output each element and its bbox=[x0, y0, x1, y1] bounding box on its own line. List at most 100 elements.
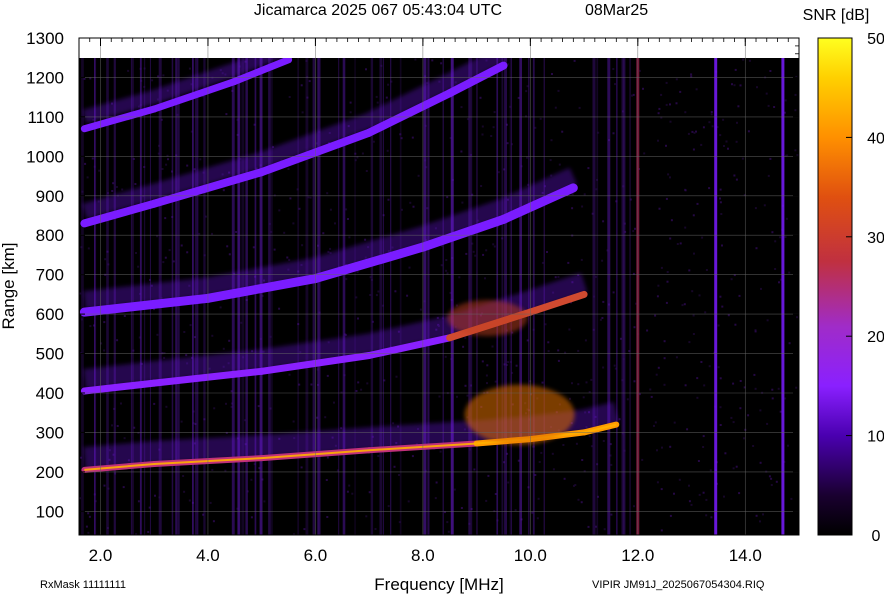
noise-speck bbox=[134, 183, 137, 185]
noise-speck bbox=[540, 451, 543, 454]
noise-speck bbox=[375, 294, 378, 297]
noise-speck bbox=[180, 420, 183, 423]
noise-speck bbox=[374, 528, 377, 530]
noise-speck bbox=[104, 258, 107, 261]
interference-streak bbox=[496, 58, 498, 535]
noise-speck bbox=[473, 468, 476, 471]
noise-speck bbox=[167, 158, 169, 161]
noise-speck bbox=[224, 469, 227, 472]
noise-speck bbox=[762, 513, 764, 516]
noise-speck bbox=[493, 245, 496, 248]
noise-speck bbox=[301, 244, 304, 247]
y-tick-label: 1200 bbox=[26, 68, 64, 87]
noise-speck bbox=[688, 269, 691, 272]
noise-speck bbox=[481, 360, 484, 363]
interference-streak bbox=[423, 58, 427, 535]
noise-speck bbox=[198, 232, 201, 235]
noise-speck bbox=[211, 334, 214, 337]
noise-speck bbox=[739, 84, 742, 87]
noise-speck bbox=[288, 258, 291, 261]
noise-speck bbox=[788, 271, 791, 274]
noise-speck bbox=[288, 373, 291, 376]
noise-speck bbox=[492, 243, 495, 246]
noise-speck bbox=[226, 245, 229, 248]
noise-speck bbox=[551, 452, 554, 455]
noise-speck bbox=[754, 330, 757, 333]
noise-speck bbox=[123, 437, 126, 440]
x-tick-label: 6.0 bbox=[304, 546, 328, 565]
noise-speck bbox=[602, 220, 605, 223]
noise-speck bbox=[537, 497, 540, 500]
noise-speck bbox=[486, 364, 489, 367]
noise-speck bbox=[91, 157, 94, 160]
noise-speck bbox=[688, 500, 691, 503]
noise-speck bbox=[345, 278, 348, 281]
noise-speck bbox=[755, 247, 758, 250]
noise-speck bbox=[687, 132, 690, 135]
noise-speck bbox=[225, 113, 228, 116]
noise-speck bbox=[663, 357, 666, 360]
x-tick-label: 4.0 bbox=[196, 546, 220, 565]
noise-speck bbox=[348, 236, 351, 239]
noise-speck bbox=[679, 90, 682, 93]
noise-speck bbox=[411, 455, 414, 458]
y-tick-label: 700 bbox=[36, 266, 64, 285]
noise-speck bbox=[669, 176, 671, 179]
noise-speck bbox=[460, 150, 463, 153]
noise-speck bbox=[546, 251, 548, 253]
noise-speck bbox=[770, 477, 773, 480]
noise-speck bbox=[684, 111, 687, 114]
noise-speck bbox=[387, 198, 390, 201]
noise-speck bbox=[692, 214, 695, 217]
noise-speck bbox=[756, 86, 758, 89]
noise-speck bbox=[327, 250, 330, 253]
interference-streak bbox=[442, 58, 444, 535]
noise-speck bbox=[116, 339, 119, 342]
interference-streak bbox=[305, 58, 309, 535]
noise-speck bbox=[115, 186, 118, 188]
noise-speck bbox=[345, 208, 348, 211]
noise-speck bbox=[257, 405, 260, 408]
noise-speck bbox=[702, 446, 705, 448]
noise-speck bbox=[465, 252, 468, 255]
noise-speck bbox=[365, 170, 368, 172]
noise-speck bbox=[581, 205, 584, 208]
noise-speck bbox=[310, 383, 313, 386]
noise-speck bbox=[183, 331, 186, 333]
noise-speck bbox=[491, 345, 494, 348]
rxmask-label: RxMask 11111111 bbox=[40, 579, 126, 591]
noise-speck bbox=[735, 465, 738, 468]
noise-speck bbox=[414, 58, 417, 61]
noise-speck bbox=[460, 106, 463, 109]
noise-speck bbox=[602, 440, 605, 442]
noise-speck bbox=[212, 520, 215, 523]
noise-speck bbox=[340, 427, 343, 430]
y-tick-label: 1300 bbox=[26, 29, 64, 48]
noise-speck bbox=[700, 143, 703, 146]
noise-speck bbox=[588, 435, 591, 438]
noise-speck bbox=[657, 112, 660, 115]
y-tick-label: 800 bbox=[36, 226, 64, 245]
noise-speck bbox=[702, 126, 705, 129]
noise-speck bbox=[681, 304, 684, 307]
noise-speck bbox=[719, 424, 722, 426]
noise-speck bbox=[688, 484, 690, 487]
noise-speck bbox=[507, 481, 510, 484]
noise-speck bbox=[481, 133, 484, 136]
noise-speck bbox=[547, 341, 550, 344]
noise-speck bbox=[634, 227, 636, 230]
noise-speck bbox=[618, 418, 621, 421]
noise-speck bbox=[730, 416, 733, 419]
noise-speck bbox=[723, 145, 725, 147]
noise-speck bbox=[612, 132, 615, 135]
interference-line bbox=[714, 58, 718, 535]
noise-speck bbox=[705, 269, 708, 271]
noise-speck bbox=[603, 528, 606, 531]
noise-speck bbox=[526, 156, 528, 159]
noise-speck bbox=[784, 99, 787, 102]
noise-speck bbox=[356, 156, 359, 159]
noise-speck bbox=[412, 205, 415, 208]
noise-speck bbox=[186, 251, 189, 254]
noise-speck bbox=[536, 517, 539, 520]
noise-speck bbox=[507, 361, 509, 364]
